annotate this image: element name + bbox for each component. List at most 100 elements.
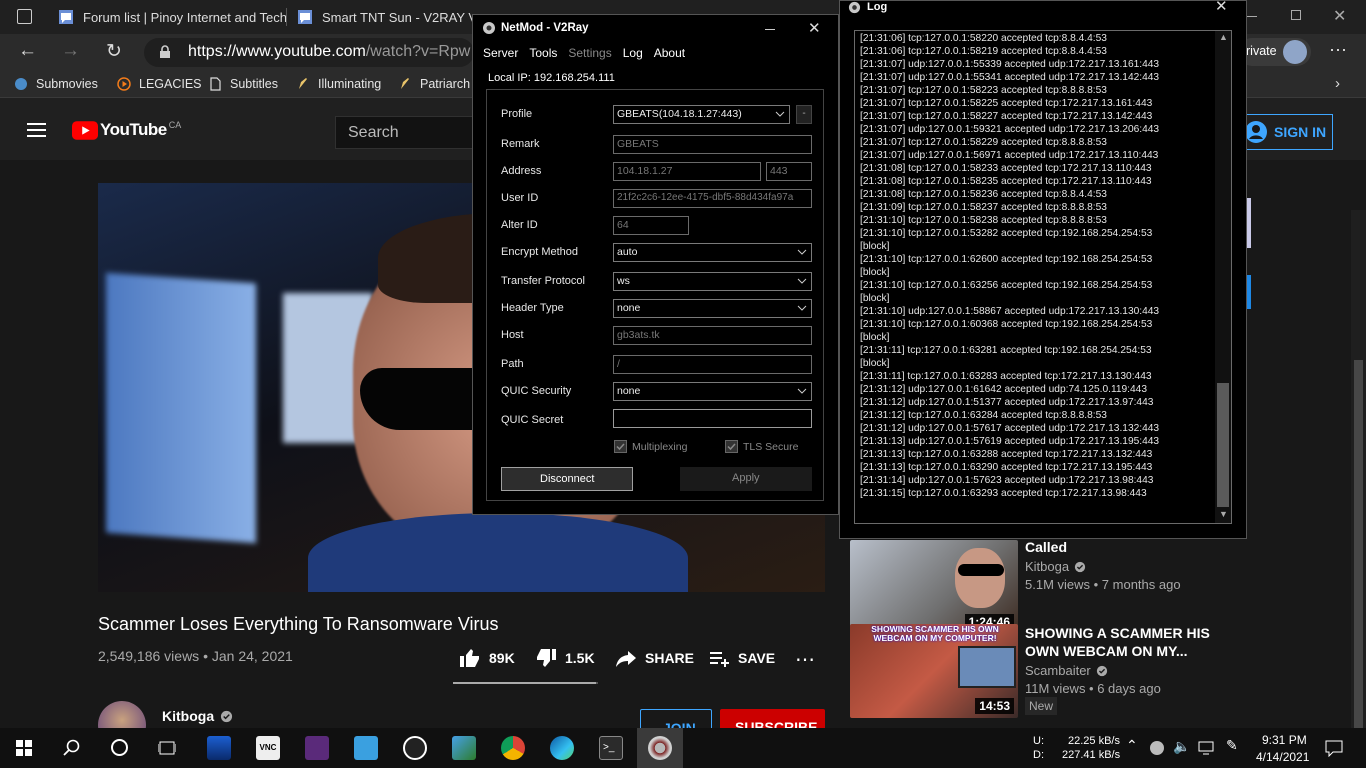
steam-icon bbox=[15, 78, 27, 90]
task-view-icon[interactable] bbox=[158, 739, 176, 757]
pen-icon[interactable]: ✎ bbox=[1226, 737, 1238, 754]
scroll-up-icon[interactable]: ▲ bbox=[1219, 32, 1228, 42]
search-input[interactable]: Search bbox=[335, 116, 475, 149]
url-field[interactable]: https://www.youtube.com/watch?v=Rpw bbox=[144, 38, 474, 67]
netmod-tray-icon[interactable] bbox=[1150, 741, 1164, 755]
path-field[interactable]: / bbox=[613, 355, 812, 374]
netmod-taskbar-icon[interactable] bbox=[648, 736, 672, 760]
bookmarks-overflow-icon[interactable]: › bbox=[1335, 75, 1340, 92]
sign-in-button[interactable]: SIGN IN bbox=[1235, 114, 1333, 150]
clock-time[interactable]: 9:31 PM bbox=[1262, 733, 1307, 747]
windows-start-icon[interactable] bbox=[16, 740, 32, 756]
save-button[interactable]: SAVE bbox=[707, 646, 775, 670]
refresh-icon[interactable]: ↻ bbox=[106, 40, 122, 63]
recommended-title-2[interactable]: SHOWING A SCAMMER HIS OWN WEBCAM ON MY..… bbox=[1025, 624, 1215, 660]
recommended-title-1[interactable]: Called bbox=[1025, 538, 1215, 556]
bookmark-subtitles[interactable]: Subtitles bbox=[208, 70, 278, 98]
recommended-channel-2[interactable]: Scambaiter bbox=[1025, 663, 1108, 678]
tab-smart-tnt[interactable]: Smart TNT Sun - V2RAY VMESS bbox=[297, 0, 473, 34]
log-line: [21:31:10] tcp:127.0.0.1:53282 accepted … bbox=[860, 228, 1153, 239]
profile-select[interactable]: GBEATS(104.18.1.27:443) bbox=[613, 105, 790, 124]
forward-icon[interactable]: → bbox=[61, 40, 80, 62]
encrypt-method-select[interactable]: auto bbox=[613, 243, 812, 262]
tab-forum[interactable]: Forum list | Pinoy Internet and Tech bbox=[58, 0, 286, 34]
user-id-field[interactable]: 21f2c2c6-12ee-4175-dbf5-88d434fa97a bbox=[613, 189, 812, 208]
more-actions-icon[interactable]: ⋯ bbox=[795, 647, 815, 672]
bookmark-legacies[interactable]: LEGACIES bbox=[117, 70, 202, 98]
tab-label: Smart TNT Sun - V2RAY VMESS bbox=[322, 9, 473, 25]
winbox-icon[interactable] bbox=[305, 736, 329, 760]
minimize-icon[interactable] bbox=[1246, 16, 1257, 17]
terminal-icon[interactable]: >_ bbox=[599, 736, 623, 760]
speedometer-icon[interactable] bbox=[403, 736, 427, 760]
control-panel-icon[interactable] bbox=[452, 736, 476, 760]
profile-remove-button[interactable]: - bbox=[796, 105, 812, 124]
chrome-icon[interactable] bbox=[501, 736, 525, 760]
tab-actions-icon[interactable] bbox=[17, 9, 32, 24]
log-scrollbar-thumb[interactable] bbox=[1217, 383, 1229, 507]
recommended-thumb-1[interactable]: 1:24:46 bbox=[850, 540, 1018, 634]
share-button[interactable]: SHARE bbox=[614, 646, 694, 670]
youtube-logo[interactable]: YouTube CA bbox=[72, 120, 181, 140]
recommended-thumb-2[interactable]: SHOWING SCAMMER HIS OWN WEBCAM ON MY COM… bbox=[850, 624, 1018, 718]
hamburger-menu-icon[interactable] bbox=[27, 123, 46, 137]
menu-settings[interactable]: Settings bbox=[568, 46, 611, 60]
subscribe-button[interactable]: SUBSCRIBE bbox=[720, 709, 825, 728]
transfer-protocol-select[interactable]: ws bbox=[613, 272, 812, 291]
port-field[interactable]: 443 bbox=[766, 162, 812, 181]
bookmark-illuminating[interactable]: Illuminating bbox=[296, 70, 381, 98]
profile-remove-label: - bbox=[802, 108, 806, 119]
menu-server[interactable]: Server bbox=[483, 46, 518, 60]
log-textbox[interactable]: [21:31:06] tcp:127.0.0.1:58220 accepted … bbox=[854, 30, 1232, 524]
quic-secret-field[interactable] bbox=[613, 409, 812, 428]
network-app-icon[interactable] bbox=[207, 736, 231, 760]
address-field[interactable]: 104.18.1.27 bbox=[613, 162, 761, 181]
tray-overflow-icon[interactable]: ⌃ bbox=[1126, 737, 1138, 754]
log-line: [21:31:12] udp:127.0.0.1:51377 accepted … bbox=[860, 397, 1154, 408]
profile-button[interactable]: rivate bbox=[1238, 38, 1311, 66]
scroll-down-icon[interactable]: ▼ bbox=[1219, 509, 1228, 519]
clock-date[interactable]: 4/14/2021 bbox=[1256, 750, 1309, 764]
thumbs-down-icon bbox=[537, 649, 556, 667]
like-button[interactable]: 89K bbox=[458, 646, 515, 670]
host-field[interactable]: gb3ats.tk bbox=[613, 326, 812, 345]
remark-field[interactable]: GBEATS bbox=[613, 135, 812, 154]
log-scrollbar[interactable]: ▲ ▼ bbox=[1215, 31, 1231, 523]
more-menu-icon[interactable]: ⋯ bbox=[1329, 40, 1347, 61]
scrollbar-thumb[interactable] bbox=[1354, 360, 1363, 728]
bookmark-patriarch[interactable]: Patriarch bbox=[398, 70, 470, 98]
log-close-icon[interactable]: ✕ bbox=[1215, 0, 1228, 15]
video-title: Scammer Loses Everything To Ransomware V… bbox=[98, 614, 499, 634]
chevron-down-icon bbox=[797, 249, 807, 255]
apply-button[interactable]: Apply bbox=[680, 467, 812, 491]
menu-log[interactable]: Log bbox=[623, 46, 643, 60]
netmod-close-icon[interactable]: ✕ bbox=[808, 19, 821, 37]
bookmark-submovies[interactable]: Submovies bbox=[14, 70, 98, 98]
volume-icon[interactable]: 🔈 bbox=[1173, 738, 1190, 755]
search-icon[interactable] bbox=[63, 739, 81, 757]
alter-id-field[interactable]: 64 bbox=[613, 216, 689, 235]
page-scrollbar[interactable] bbox=[1351, 210, 1366, 728]
quic-security-select[interactable]: none bbox=[613, 382, 812, 401]
recommended-channel-1[interactable]: Kitboga bbox=[1025, 559, 1086, 574]
header-type-select[interactable]: none bbox=[613, 299, 812, 318]
tls-secure-checkbox[interactable]: TLS Secure bbox=[725, 440, 798, 453]
multiplexing-checkbox[interactable]: Multiplexing bbox=[614, 440, 687, 453]
restore-icon[interactable] bbox=[1291, 10, 1301, 20]
dislike-button[interactable]: 1.5K bbox=[534, 646, 595, 670]
cortana-icon[interactable] bbox=[111, 739, 128, 756]
netmod-minimize-icon[interactable] bbox=[765, 29, 775, 30]
menu-tools[interactable]: Tools bbox=[529, 46, 557, 60]
notifications-icon[interactable] bbox=[1325, 739, 1343, 757]
back-icon[interactable]: ← bbox=[18, 40, 37, 62]
notepad-icon[interactable] bbox=[354, 736, 378, 760]
edge-icon[interactable] bbox=[550, 736, 574, 760]
close-icon[interactable]: ✕ bbox=[1333, 6, 1346, 26]
disconnect-button[interactable]: Disconnect bbox=[501, 467, 633, 491]
join-button[interactable]: JOIN bbox=[640, 709, 712, 728]
menu-about[interactable]: About bbox=[654, 46, 685, 60]
vnc-icon[interactable]: VNC bbox=[256, 736, 280, 760]
channel-avatar[interactable] bbox=[98, 701, 146, 728]
network-icon[interactable] bbox=[1198, 741, 1214, 755]
channel-name[interactable]: Kitboga bbox=[162, 708, 233, 724]
